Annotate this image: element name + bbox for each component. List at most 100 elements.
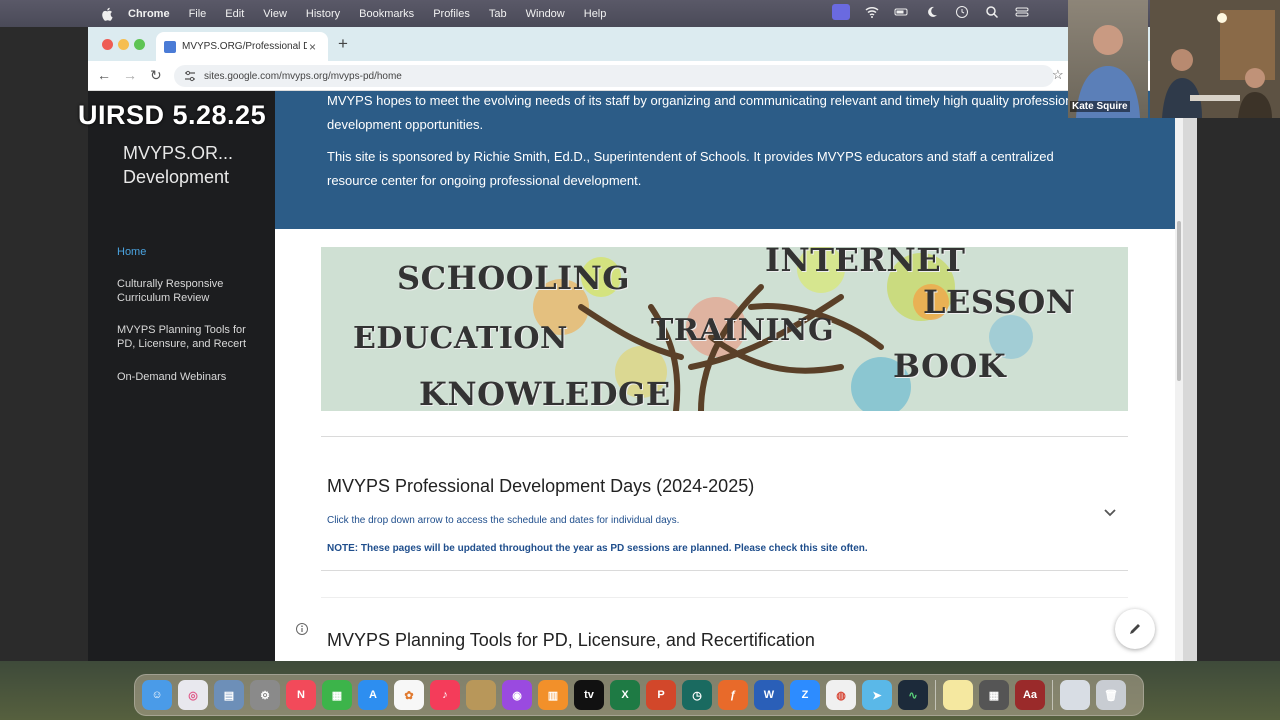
main-content: SCHOOLING INTERNET LESSON EDUCATION TRAI… <box>275 229 1175 661</box>
menu-bookmarks[interactable]: Bookmarks <box>359 8 414 20</box>
notes-icon[interactable] <box>466 680 496 710</box>
scrollbar-thumb[interactable] <box>1177 221 1181 381</box>
site-info-icon[interactable] <box>184 70 196 82</box>
app-store-icon[interactable]: A <box>358 680 388 710</box>
info-icon[interactable] <box>295 622 309 636</box>
minimize-window-button[interactable] <box>118 39 129 50</box>
section-divider <box>321 436 1128 437</box>
back-icon[interactable]: ← <box>97 67 111 83</box>
image-word-schooling: SCHOOLING <box>397 259 631 297</box>
site-title[interactable]: MVYPS.OR... Development <box>123 141 273 189</box>
calculator-icon[interactable]: ▦ <box>979 680 1009 710</box>
trash-icon[interactable]: 🗑 <box>1096 680 1126 710</box>
education-tree-image: SCHOOLING INTERNET LESSON EDUCATION TRAI… <box>321 247 1128 411</box>
word-icon[interactable]: W <box>754 680 784 710</box>
close-window-button[interactable] <box>102 39 113 50</box>
image-word-training: TRAINING <box>651 313 835 348</box>
control-center-icon[interactable] <box>1014 4 1030 20</box>
reload-icon[interactable]: ↻ <box>150 67 162 84</box>
moon-icon[interactable] <box>924 4 940 20</box>
menu-window[interactable]: Window <box>526 8 565 20</box>
banner-paragraph-1: MVYPS hopes to meet the evolving needs o… <box>327 93 1083 132</box>
video-caption-overlay: UIRSD 5.28.25 <box>78 100 267 130</box>
edit-button[interactable] <box>1115 609 1155 649</box>
books-icon[interactable]: ▥ <box>538 680 568 710</box>
forward-icon[interactable]: → <box>123 67 137 83</box>
menu-profiles[interactable]: Profiles <box>433 8 470 20</box>
menu-view[interactable]: View <box>263 8 287 20</box>
firefox-icon[interactable]: ƒ <box>718 680 748 710</box>
bookmark-star-icon[interactable]: ☆ <box>1052 67 1064 83</box>
dock: ☺ ◎ ▤ ⚙ N ▦ A ✿ ♪ ◉ ▥ tv X P ◷ ƒ W Z ◍ ➤… <box>134 674 1144 716</box>
excel-icon[interactable]: X <box>610 680 640 710</box>
numbers-icon[interactable]: ▦ <box>322 680 352 710</box>
clock-icon[interactable]: ◷ <box>682 680 712 710</box>
banner-paragraph-2: This site is sponsored by Richie Smith, … <box>327 149 1054 188</box>
participant-video-room <box>1150 0 1280 118</box>
menu-file[interactable]: File <box>189 8 207 20</box>
menu-app-chrome[interactable]: Chrome <box>128 8 170 20</box>
launchpad-icon[interactable]: ◎ <box>178 680 208 710</box>
toolbar: ← → ↻ sites.google.com/mvyps.org/mvyps-p… <box>88 61 1183 91</box>
maps-icon[interactable]: ➤ <box>862 680 892 710</box>
url-text: sites.google.com/mvyps.org/mvyps-pd/home <box>204 70 402 82</box>
section-note-update: NOTE: These pages will be updated throug… <box>327 543 868 554</box>
menu-history[interactable]: History <box>306 8 340 20</box>
wifi-icon[interactable] <box>864 4 880 20</box>
menu-edit[interactable]: Edit <box>225 8 244 20</box>
section-title-pd-days[interactable]: MVYPS Professional Development Days (202… <box>327 476 754 497</box>
apple-icon[interactable] <box>100 7 114 21</box>
menu-tab[interactable]: Tab <box>489 8 507 20</box>
pencil-icon <box>1130 624 1140 634</box>
notes2-icon[interactable] <box>943 680 973 710</box>
stocks-icon[interactable]: ∿ <box>898 680 928 710</box>
image-word-lesson: LESSON <box>923 283 1076 321</box>
chevron-down-icon[interactable] <box>1102 506 1118 518</box>
address-bar[interactable]: sites.google.com/mvyps.org/mvyps-pd/home <box>174 65 1054 87</box>
nav-home[interactable]: Home <box>117 245 267 259</box>
powerpoint-icon[interactable]: P <box>646 680 676 710</box>
close-tab-icon[interactable]: × <box>309 40 316 54</box>
downloads-icon[interactable] <box>1060 680 1090 710</box>
tab-strip: MVYPS.ORG/Professional De × + <box>88 27 1183 61</box>
chrome-icon[interactable]: ◍ <box>826 680 856 710</box>
section-title-planning-tools[interactable]: MVYPS Planning Tools for PD, Licensure, … <box>327 630 815 651</box>
podcasts-icon[interactable]: ◉ <box>502 680 532 710</box>
site-favicon-icon <box>164 40 176 53</box>
desktop-edge <box>1183 118 1197 661</box>
finder-icon[interactable]: ☺ <box>142 680 172 710</box>
dock-separator <box>935 680 936 710</box>
new-tab-icon[interactable]: + <box>338 34 348 54</box>
news-icon[interactable]: N <box>286 680 316 710</box>
image-word-internet: INTERNET <box>765 247 966 279</box>
screen: Chrome File Edit View History Bookmarks … <box>0 0 1280 720</box>
zoom-window-button[interactable] <box>134 39 145 50</box>
participant-name-label: Kate Squire <box>1070 101 1130 112</box>
dictionary-icon[interactable]: Aa <box>1015 680 1045 710</box>
browser-tab[interactable]: MVYPS.ORG/Professional De × <box>156 32 328 61</box>
nav-planning-tools[interactable]: MVYPS Planning Tools for PD, Licensure, … <box>117 323 267 351</box>
screen-share-icon[interactable] <box>832 4 850 20</box>
apple-tv-icon[interactable]: tv <box>574 680 604 710</box>
music-icon[interactable]: ♪ <box>430 680 460 710</box>
intro-banner: MVYPS hopes to meet the evolving needs o… <box>275 91 1175 229</box>
tab-title: MVYPS.ORG/Professional De <box>182 41 307 52</box>
battery-icon[interactable] <box>894 4 910 20</box>
search-icon[interactable] <box>984 4 1000 20</box>
photos-icon[interactable]: ✿ <box>394 680 424 710</box>
settings-icon[interactable]: ⚙ <box>250 680 280 710</box>
nav-culturally-responsive[interactable]: Culturally Responsive Curriculum Review <box>117 277 267 305</box>
image-word-book: BOOK <box>893 347 1007 385</box>
section-divider <box>321 570 1128 571</box>
image-word-knowledge: KNOWLEDGE <box>419 375 671 411</box>
site-page: MVYPS.OR... Development Home Culturally … <box>88 91 1183 661</box>
image-word-education: EDUCATION <box>353 321 568 356</box>
preview-icon[interactable]: ▤ <box>214 680 244 710</box>
section-divider <box>321 597 1128 598</box>
zoom-icon[interactable]: Z <box>790 680 820 710</box>
site-sidebar: MVYPS.OR... Development Home Culturally … <box>88 91 275 661</box>
dock-separator <box>1052 680 1053 710</box>
nav-on-demand-webinars[interactable]: On-Demand Webinars <box>117 370 267 384</box>
menu-help[interactable]: Help <box>584 8 607 20</box>
clock-menu-icon[interactable] <box>954 4 970 20</box>
